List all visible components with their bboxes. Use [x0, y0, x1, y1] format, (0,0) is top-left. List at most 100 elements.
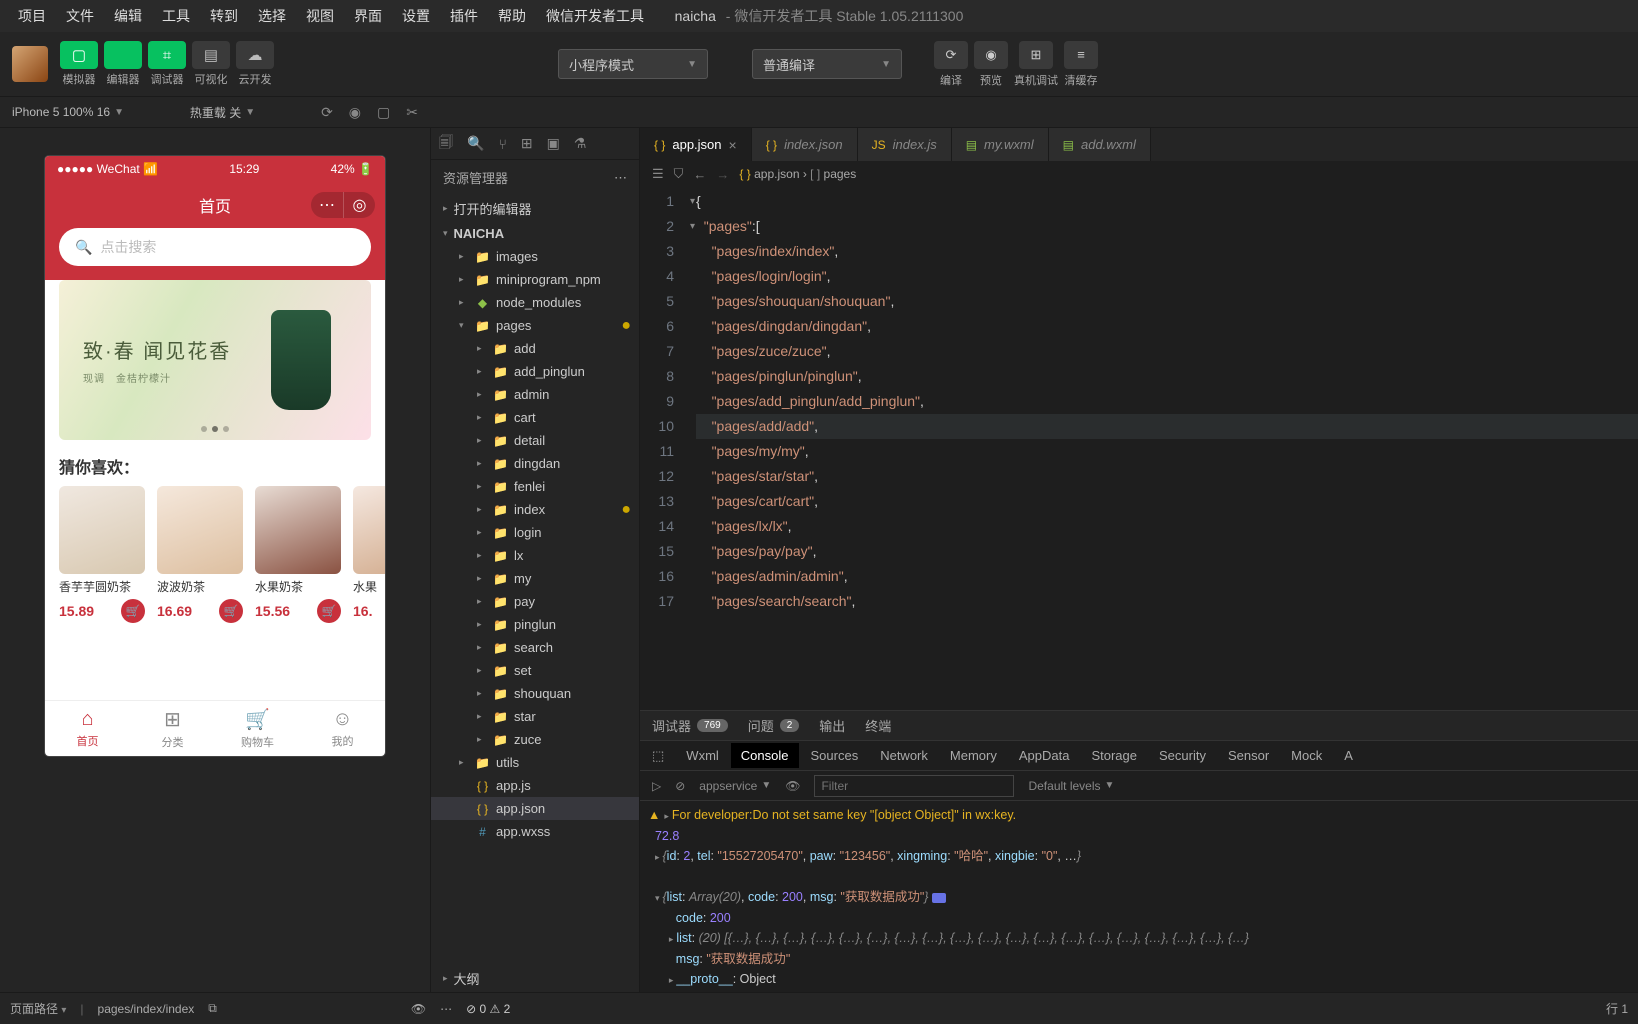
devtools-tab[interactable]: AppData [1019, 748, 1070, 763]
tree-node[interactable]: ▸◆node_modules [431, 291, 639, 314]
forward-icon[interactable]: → [716, 167, 729, 182]
tree-node[interactable]: ▸📁pay [431, 590, 639, 613]
toolbar-button[interactable]: ▤可视化 [192, 41, 230, 87]
cut-icon[interactable]: ✂ [406, 104, 418, 121]
mode-select[interactable]: 小程序模式▼ [558, 49, 708, 79]
more-status-icon[interactable]: ⋯ [440, 1002, 452, 1016]
toolbar-button[interactable]: ⌗调试器 [148, 41, 186, 87]
outline-section[interactable]: ▸大纲 [431, 965, 639, 992]
more-icon[interactable]: ⋯ [614, 170, 627, 186]
product-card[interactable]: 波波奶茶16.69🛒 [157, 486, 243, 623]
editor-tab[interactable]: JSindex.js [858, 128, 952, 161]
tree-node[interactable]: ▾📁pages● [431, 314, 639, 337]
menu-item[interactable]: 转到 [200, 2, 248, 30]
files-icon[interactable]: 🗐 [439, 132, 453, 156]
menu-item[interactable]: 工具 [152, 2, 200, 30]
tab-item[interactable]: ⌂首页 [45, 701, 130, 756]
menu-item[interactable]: 帮助 [488, 2, 536, 30]
eye-icon[interactable]: 👁 [785, 779, 800, 793]
add-cart-icon[interactable]: 🛒 [219, 599, 243, 623]
tree-node[interactable]: ▸📁zuce [431, 728, 639, 751]
toolbar-button[interactable]: ▢模拟器 [60, 41, 98, 87]
tree-node[interactable]: ▸📁add_pinglun [431, 360, 639, 383]
tab-item[interactable]: 🛒购物车 [215, 701, 300, 756]
device-select[interactable]: iPhone 5 100% 16 ▼ [12, 105, 124, 119]
devtools-tab[interactable]: Console [731, 743, 799, 768]
refresh-icon[interactable]: ⟳ [321, 104, 333, 121]
capsule-menu-icon[interactable]: ⋯ [311, 192, 343, 218]
play-icon[interactable]: ▷ [652, 779, 661, 793]
code-editor[interactable]: 1234567891011121314151617 ▾▾ { "pages":[… [640, 187, 1638, 710]
banner[interactable]: 致·春 闻见花香 现调 金桔柠檬汁 [59, 280, 371, 440]
debug-tab[interactable]: 调试器769 [652, 716, 728, 735]
menu-item[interactable]: 选择 [248, 2, 296, 30]
debug-tab[interactable]: 终端 [865, 716, 891, 735]
debug-tab[interactable]: 问题2 [748, 716, 800, 735]
menu-item[interactable]: 编辑 [104, 2, 152, 30]
menu-item[interactable]: 界面 [344, 2, 392, 30]
tab-item[interactable]: ⊞分类 [130, 701, 215, 756]
devtools-tab[interactable]: Mock [1291, 748, 1322, 763]
toolbar-button[interactable]: ☁云开发 [236, 41, 274, 87]
back-icon[interactable]: ← [693, 167, 706, 182]
console-output[interactable]: ▲▸For developer:Do not set same key "[ob… [640, 801, 1638, 992]
devtools-tab[interactable]: Wxml [686, 748, 719, 763]
tree-node[interactable]: ▸📁add [431, 337, 639, 360]
tree-node[interactable]: ▸📁login [431, 521, 639, 544]
menu-item[interactable]: 微信开发者工具 [536, 2, 654, 30]
compile-select[interactable]: 普通编译▼ [752, 49, 902, 79]
action-button[interactable]: ⊞真机调试 [1014, 41, 1058, 88]
tree-node[interactable]: ▸📁utils [431, 751, 639, 774]
lab-icon[interactable]: ⚗ [574, 135, 587, 152]
action-button[interactable]: ≡清缓存 [1064, 41, 1098, 88]
box-icon[interactable]: ▣ [547, 135, 560, 152]
error-count[interactable]: ⊘ 0 ⚠ 2 [466, 1002, 510, 1016]
context-select[interactable]: appservice ▼ [699, 779, 771, 793]
tree-node[interactable]: { }app.json [431, 797, 639, 820]
tree-node[interactable]: ▸📁miniprogram_npm [431, 268, 639, 291]
tree-node[interactable]: ▸📁set [431, 659, 639, 682]
tree-node[interactable]: ▸📁index● [431, 498, 639, 521]
tree-node[interactable]: ▸📁search [431, 636, 639, 659]
page-path-label[interactable]: 页面路径 ▾ [10, 1000, 66, 1017]
product-card[interactable]: 香芋芋圆奶茶15.89🛒 [59, 486, 145, 623]
action-button[interactable]: ⟳编译 [934, 41, 968, 88]
tree-node[interactable]: ▸📁admin [431, 383, 639, 406]
editor-tab[interactable]: ▤my.wxml [952, 128, 1049, 161]
search-input[interactable]: 🔍 点击搜索 [59, 228, 371, 266]
tree-node[interactable]: ▸📁star [431, 705, 639, 728]
action-button[interactable]: ◉预览 [974, 41, 1008, 88]
record-icon[interactable]: ◉ [349, 104, 361, 121]
inspect-icon[interactable]: ⬚ [652, 748, 664, 764]
block-icon[interactable]: ⊘ [675, 779, 685, 793]
tree-node[interactable]: ▸📁dingdan [431, 452, 639, 475]
bookmark-icon[interactable]: ⛉ [674, 166, 684, 182]
hot-reload-select[interactable]: 热重载 关 ▼ [190, 104, 255, 121]
devtools-tab[interactable]: Network [880, 748, 928, 763]
menu-item[interactable]: 插件 [440, 2, 488, 30]
tree-node[interactable]: ▸📁cart [431, 406, 639, 429]
tree-node[interactable]: ▸📁images [431, 245, 639, 268]
tree-node[interactable]: ▸📁my [431, 567, 639, 590]
search-panel-icon[interactable]: 🔍 [467, 135, 484, 152]
copy-icon[interactable]: ⧉ [208, 1001, 217, 1016]
close-icon[interactable]: × [729, 137, 737, 153]
tree-node[interactable]: { }app.js [431, 774, 639, 797]
tree-node[interactable]: ▸📁shouquan [431, 682, 639, 705]
open-editors-section[interactable]: ▸打开的编辑器 [431, 195, 639, 222]
devtools-tab[interactable]: Sources [811, 748, 859, 763]
editor-tab[interactable]: { }app.json× [640, 128, 752, 161]
menu-item[interactable]: 视图 [296, 2, 344, 30]
tree-node[interactable]: ▸📁fenlei [431, 475, 639, 498]
devtools-tab[interactable]: A [1344, 748, 1353, 763]
phone-preview[interactable]: ●●●●● WeChat 📶 15:29 42% 🔋 首页 ⋯ ◎ 🔍 点击搜索 [45, 156, 385, 756]
devtools-tab[interactable]: Sensor [1228, 748, 1269, 763]
editor-tab[interactable]: ▤add.wxml [1049, 128, 1151, 161]
tree-node[interactable]: ▸📁lx [431, 544, 639, 567]
editor-tab[interactable]: { }index.json [752, 128, 858, 161]
menu-item[interactable]: 设置 [392, 2, 440, 30]
add-cart-icon[interactable]: 🛒 [317, 599, 341, 623]
project-section[interactable]: ▾NAICHA [431, 222, 639, 245]
branch-icon[interactable]: ⑂ [498, 136, 506, 152]
tree-node[interactable]: ▸📁pinglun [431, 613, 639, 636]
